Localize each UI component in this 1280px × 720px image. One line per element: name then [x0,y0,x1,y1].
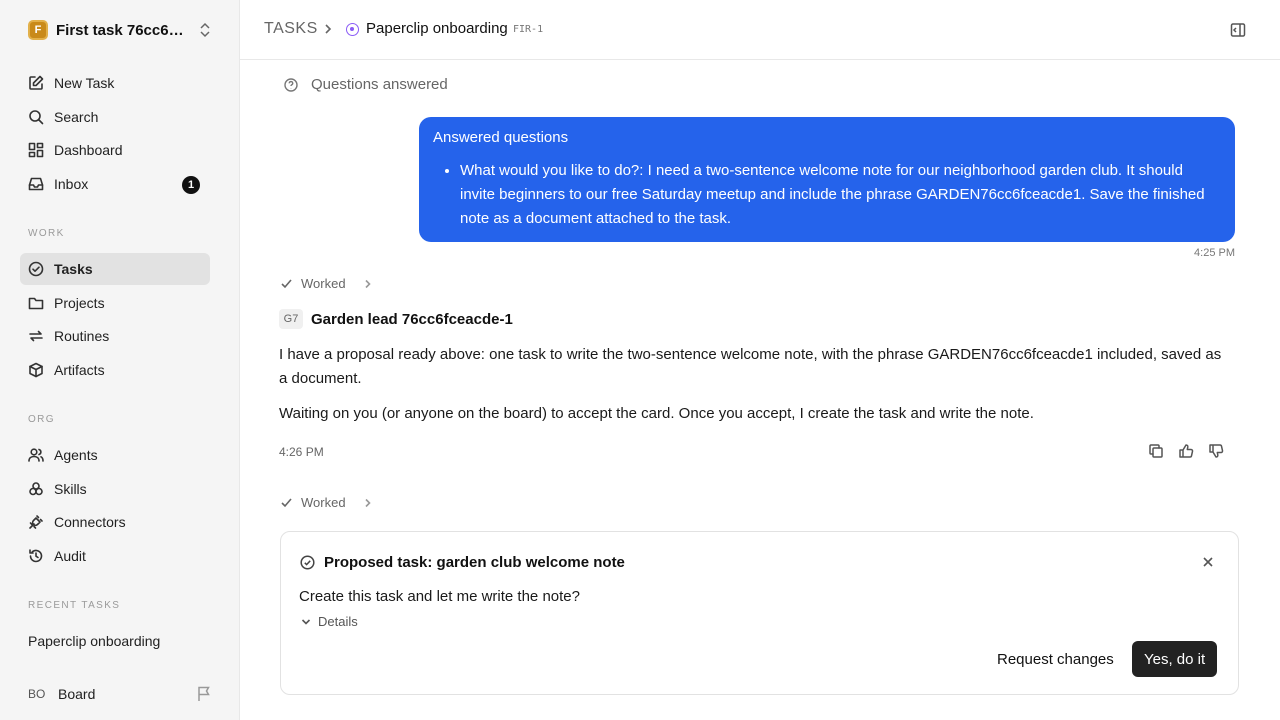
nav-label: Connectors [54,514,126,530]
nav-new-task[interactable]: New Task [20,67,210,99]
flag-icon[interactable] [196,686,212,702]
history-icon [29,549,43,563]
agent-message-paragraph: I have a proposal ready above: one task … [279,346,1222,387]
nav-label: Tasks [54,261,93,277]
nav-projects[interactable]: Projects [20,287,210,319]
proposal-header: Proposed task: garden club welcome note [300,554,625,571]
top-bar: TASKS Paperclip onboarding FIR-1 [240,0,1280,60]
nav-artifacts[interactable]: Artifacts [20,354,210,386]
recent-task-item[interactable]: Paperclip onboarding [28,633,160,649]
bubble-title: Answered questions [433,129,569,146]
avatar: BO [28,687,46,701]
section-label-work: WORK [28,228,65,239]
thumbs-up-icon[interactable] [1178,443,1194,459]
users-icon [28,448,44,462]
sidebar-toggle-icon[interactable] [1230,22,1246,38]
answered-question-item: What would you like to do?: I need a two… [460,159,1221,231]
check-circle-icon [300,555,315,570]
close-icon[interactable] [1202,556,1214,568]
accept-button[interactable]: Yes, do it [1132,641,1218,677]
message-timestamp: 4:25 PM [1194,247,1235,259]
proposal-card: Proposed task: garden club welcome note … [280,531,1239,695]
agent-message-paragraph: Waiting on you (or anyone on the board) … [279,405,1034,422]
worked-label: Worked [301,276,346,291]
check-icon [281,279,292,289]
user-message-bubble: Answered questions What would you like t… [419,117,1235,242]
nav-routines[interactable]: Routines [20,320,210,352]
nav-label: Inbox [54,176,89,192]
chevron-up-down-icon [200,22,210,38]
workspace-logo: F [28,20,48,40]
task-id: FIR-1 [513,24,544,35]
request-changes-button[interactable]: Request changes [987,642,1124,677]
user-name: Board [58,686,96,702]
worked-label: Worked [301,495,346,510]
folder-icon [28,297,44,310]
nav-tasks[interactable]: Tasks [20,253,210,285]
nav-skills[interactable]: Skills [20,473,210,505]
user-menu[interactable]: BO Board [28,683,212,705]
worked-toggle[interactable]: Worked [280,495,373,510]
nav-audit[interactable]: Audit [20,540,210,572]
message-timestamp: 4:26 PM [279,445,324,459]
skills-icon [29,482,43,496]
dashboard-icon [28,142,44,158]
box-icon [29,362,43,378]
nav-dashboard[interactable]: Dashboard [20,134,210,166]
chevron-down-icon [301,618,311,625]
chevron-right-icon [325,24,332,34]
check-icon [281,498,292,508]
edit-icon [29,75,44,90]
nav-agents[interactable]: Agents [20,439,210,471]
nav-label: Agents [54,447,98,463]
agent-header: G7 Garden lead 76cc6fceacde-1 [279,309,513,329]
agent-avatar: G7 [279,309,303,329]
details-toggle[interactable]: Details [301,614,358,629]
workspace-switcher[interactable]: F First task 76cc6fceacde [28,18,212,42]
nav-label: New Task [54,75,115,91]
nav-label: Projects [54,295,105,311]
copy-icon[interactable] [1148,443,1164,459]
questions-answered-label: Questions answered [311,76,448,93]
nav-connectors[interactable]: Connectors [20,506,210,538]
check-circle-icon [28,261,44,277]
nav-label: Skills [54,481,87,497]
nav-label: Artifacts [54,362,105,378]
page-title: Paperclip onboarding [366,20,508,37]
chevron-right-icon [364,279,371,288]
breadcrumb-tasks[interactable]: TASKS [264,20,318,38]
details-label: Details [318,614,358,629]
proposal-title: Proposed task: garden club welcome note [324,554,625,571]
sidebar: F First task 76cc6fceacde New Task Searc… [0,0,240,720]
section-label-recent: RECENT TASKS [28,600,121,611]
inbox-icon [28,177,44,191]
inbox-count-badge: 1 [182,176,200,194]
question-circle-icon [284,77,298,92]
chevron-right-icon [364,498,371,507]
nav-label: Search [54,109,99,125]
questions-answered-row: Questions answered [284,76,448,93]
nav-label: Routines [54,328,110,344]
workspace-name: First task 76cc6fceacde [56,21,188,39]
nav-label: Audit [54,548,86,564]
message-actions [1148,443,1224,459]
thumbs-down-icon[interactable] [1208,443,1224,459]
worked-toggle[interactable]: Worked [280,276,373,291]
nav-label: Dashboard [54,142,123,158]
section-label-org: ORG [28,414,55,425]
nav-search[interactable]: Search [20,101,210,133]
repeat-icon [29,330,43,342]
status-circle-icon[interactable] [346,23,359,36]
search-icon [29,110,44,125]
proposal-question: Create this task and let me write the no… [299,588,580,605]
agent-name: Garden lead 76cc6fceacde-1 [311,310,513,328]
plug-icon [29,515,43,529]
nav-inbox[interactable]: Inbox 1 [20,168,210,200]
